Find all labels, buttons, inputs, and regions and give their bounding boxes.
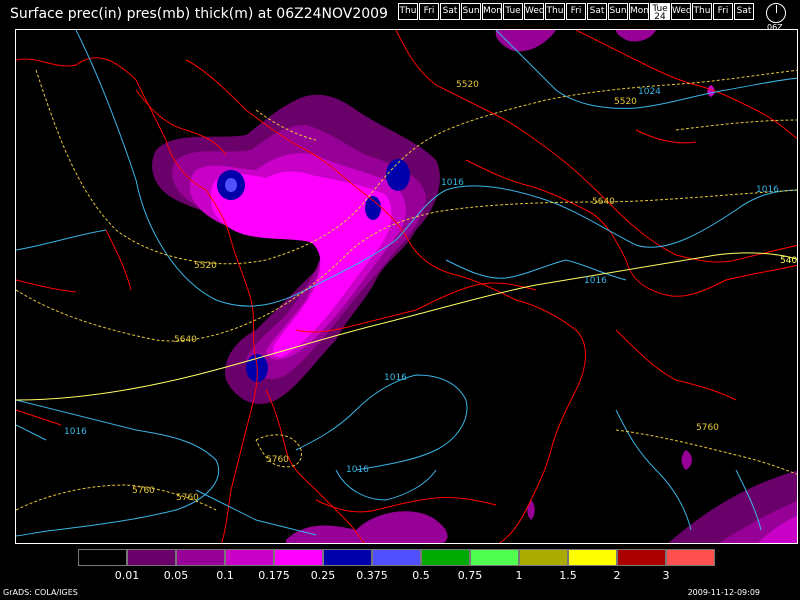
- legend-swatch: [323, 549, 372, 566]
- coastlines: [16, 30, 797, 543]
- isobar-label: 1016: [346, 465, 369, 475]
- legend-label: 3: [662, 569, 670, 582]
- day-box[interactable]: Fri: [566, 3, 586, 20]
- day-box[interactable]: Wed: [671, 3, 691, 20]
- isobar-label: 1024: [638, 87, 661, 97]
- legend-label: 0.01: [114, 569, 140, 582]
- legend-swatch: [568, 549, 617, 566]
- day-box[interactable]: Fri: [713, 3, 733, 20]
- legend-swatch: [78, 549, 127, 566]
- day-label: Thu: [399, 6, 417, 16]
- day-box[interactable]: Mon: [482, 3, 502, 20]
- day-box[interactable]: Sun: [461, 3, 481, 20]
- day-box[interactable]: Sun: [608, 3, 628, 20]
- footer-timestamp: 2009-11-12-09:09: [687, 588, 760, 597]
- day-label: Thu: [693, 6, 711, 16]
- isobar-label: 1016: [756, 185, 779, 195]
- legend-swatch: [421, 549, 470, 566]
- legend-label: 2: [613, 569, 621, 582]
- day-label: Wed: [672, 6, 691, 16]
- day-label: Fri: [570, 6, 582, 16]
- legend-swatch: [372, 549, 421, 566]
- legend-labels: 0.01 0.05 0.1 0.175 0.25 0.375 0.5 0.75 1 1.5 2 3: [0, 569, 800, 583]
- legend-swatch: [666, 549, 715, 566]
- day-label: Mon: [630, 6, 649, 16]
- day-label: Sat: [736, 6, 752, 16]
- isobar-contours: [16, 30, 797, 537]
- legend-swatch: [470, 549, 519, 566]
- legend-label: 0.175: [258, 569, 290, 582]
- thickness-label: 5760: [176, 493, 199, 503]
- day-label: Mon: [483, 6, 502, 16]
- legend-label: 0.5: [412, 569, 430, 582]
- legend-swatch: [519, 549, 568, 566]
- thickness-label: 5640: [174, 335, 197, 345]
- thickness-label: 5520: [456, 80, 479, 90]
- thickness-label: 5640: [592, 197, 615, 207]
- day-box[interactable]: Sat: [734, 3, 754, 20]
- precipitation-legend: [78, 549, 715, 566]
- legend-label: 0.25: [310, 569, 336, 582]
- legend-swatch: [225, 549, 274, 566]
- thickness-label: 5760: [132, 486, 155, 496]
- day-label: Tue: [505, 6, 521, 16]
- isobar-label: 1016: [584, 276, 607, 286]
- legend-label: 0.05: [163, 569, 189, 582]
- map-title: Surface prec(in) pres(mb) thick(m) at 06…: [10, 6, 388, 22]
- thickness-label: 5400: [780, 256, 798, 266]
- day-box[interactable]: Thu: [692, 3, 712, 20]
- day-box[interactable]: Thu: [545, 3, 565, 20]
- legend-swatch: [617, 549, 666, 566]
- day-box[interactable]: Sat: [587, 3, 607, 20]
- thickness-label: 5760: [696, 423, 719, 433]
- day-label: Sat: [442, 6, 458, 16]
- thickness-label: 5520: [614, 97, 637, 107]
- day-label: Fri: [717, 6, 729, 16]
- footer-credit: GrADS: COLA/IGES: [3, 588, 78, 597]
- isobar-label: 1016: [441, 178, 464, 188]
- thickness-label: 5520: [194, 261, 217, 271]
- legend-label: 1: [515, 569, 523, 582]
- map-panel: 1016 1016 1016 1016 1016 1016 1024 5520 …: [15, 29, 798, 544]
- day-box[interactable]: Tue 24: [650, 3, 670, 20]
- day-box[interactable]: Mon: [629, 3, 649, 20]
- day-box[interactable]: Tue: [503, 3, 523, 20]
- clock-icon: [766, 3, 786, 23]
- legend-label: 0.75: [457, 569, 483, 582]
- day-label: Sat: [589, 6, 605, 16]
- legend-swatch: [274, 549, 323, 566]
- isobar-label: 1016: [64, 427, 87, 437]
- legend-label: 0.375: [356, 569, 388, 582]
- thickness-label: 5760: [266, 455, 289, 465]
- thickness-contours: [16, 69, 797, 511]
- day-box[interactable]: Thu: [398, 3, 418, 20]
- legend-label: 0.1: [216, 569, 234, 582]
- day-box[interactable]: Wed: [524, 3, 544, 20]
- day-label: Sun: [462, 6, 480, 16]
- weather-map: 1016 1016 1016 1016 1016 1016 1024 5520 …: [16, 30, 798, 543]
- legend-label: 1.5: [559, 569, 577, 582]
- isobar-label: 1016: [384, 373, 407, 383]
- day-box[interactable]: Sat: [440, 3, 460, 20]
- precipitation-areas: [152, 30, 797, 543]
- day-box[interactable]: Fri: [419, 3, 439, 20]
- day-label: Sun: [609, 6, 627, 16]
- day-number: 24: [654, 12, 666, 20]
- day-label: Wed: [525, 6, 544, 16]
- day-label: Fri: [423, 6, 435, 16]
- legend-swatch: [176, 549, 225, 566]
- day-label: Thu: [546, 6, 564, 16]
- legend-swatch: [127, 549, 176, 566]
- day-selector: Thu Fri Sat Sun Mon Tue Wed Thu Fri Sat Sun Mon Tue 2…: [398, 3, 755, 20]
